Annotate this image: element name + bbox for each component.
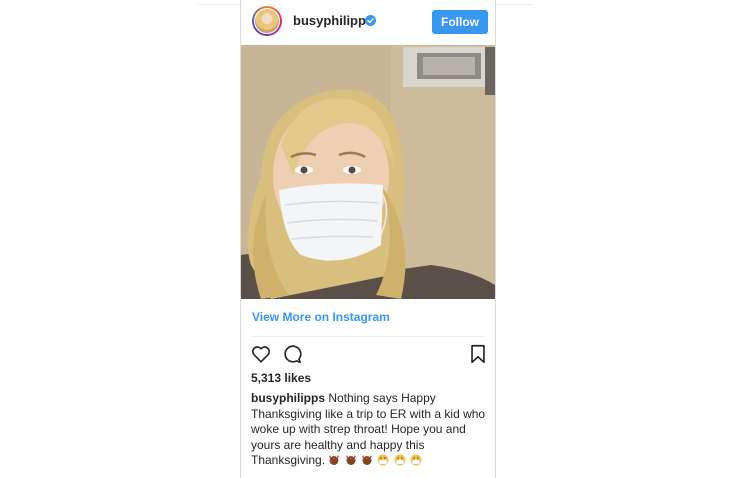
turkey-emoji	[345, 455, 356, 465]
caption-username[interactable]: busyphilipps	[251, 391, 325, 405]
heart-icon[interactable]	[250, 343, 272, 365]
bookmark-icon[interactable]	[467, 343, 489, 365]
view-more-link[interactable]: View More on Instagram	[252, 310, 390, 324]
avatar-image	[254, 8, 280, 34]
avatar[interactable]	[252, 6, 282, 36]
mask-face-emoji	[410, 454, 422, 466]
comment-icon[interactable]	[281, 343, 303, 365]
mask-face-emoji	[377, 454, 389, 466]
instagram-embed-card: busyphilipps Follow View More on Instagr…	[240, 0, 496, 478]
selfie-photo-illustration	[241, 45, 495, 299]
divider	[252, 336, 484, 337]
post-header: busyphilipps Follow	[241, 0, 495, 45]
turkey-emoji	[329, 455, 340, 465]
verified-badge-icon	[365, 15, 376, 26]
follow-button[interactable]: Follow	[432, 10, 488, 34]
username-link[interactable]: busyphilipps	[293, 13, 373, 28]
post-caption: busyphilipps Nothing says Happy Thanksgi…	[251, 391, 489, 469]
likes-count[interactable]: 5,313 likes	[251, 371, 311, 385]
mask-face-emoji	[394, 454, 406, 466]
post-photo[interactable]	[241, 45, 495, 299]
caption-emojis	[328, 453, 423, 467]
turkey-emoji	[362, 455, 373, 465]
